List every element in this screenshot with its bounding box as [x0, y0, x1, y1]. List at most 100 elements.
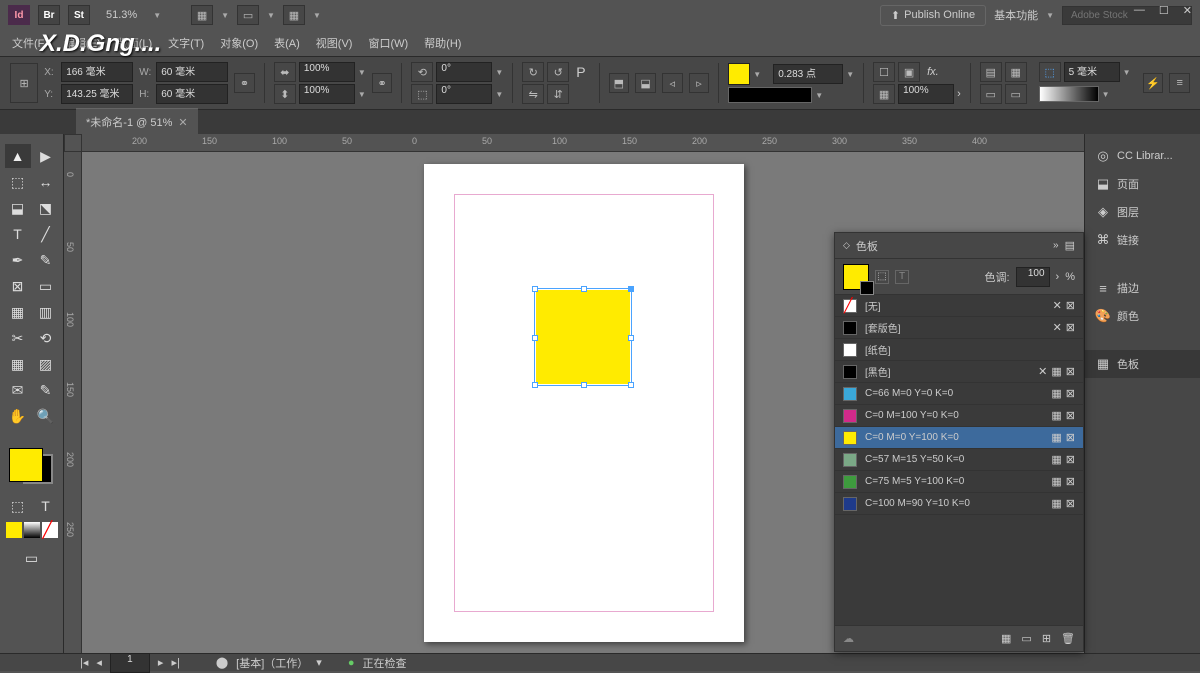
flip-h-icon[interactable]: ⇋ — [522, 84, 544, 104]
rectangle-tool[interactable]: ▭ — [33, 274, 59, 298]
prev-page-icon[interactable]: ◂ — [96, 656, 102, 669]
menu-window[interactable]: 窗口(W) — [362, 31, 414, 55]
new-folder-icon[interactable]: ⊞ — [1042, 632, 1051, 645]
grid-icon[interactable]: ▦ — [283, 5, 305, 25]
menu-table[interactable]: 表(A) — [268, 31, 306, 55]
handle-nw[interactable] — [532, 286, 538, 292]
reference-point-icon[interactable]: ⊞ — [10, 63, 38, 103]
apply-color-icon[interactable] — [6, 522, 22, 538]
preflight-profile[interactable]: [基本]（工作） — [236, 655, 308, 671]
collapse-icon[interactable]: ◇ — [843, 240, 850, 251]
preflight-icon[interactable]: ⬤ — [216, 656, 228, 669]
gap-tool[interactable]: ↔ — [33, 170, 59, 194]
select-next-icon[interactable]: ▹ — [689, 73, 710, 93]
swatch-item[interactable]: [黑色]✕▦⊠ — [835, 361, 1083, 383]
swatch-item[interactable]: C=0 M=100 Y=0 K=0▦⊠ — [835, 405, 1083, 427]
document-tab[interactable]: *未命名-1 @ 51% ✕ — [76, 108, 198, 134]
panel-tab-swatches[interactable]: ▦色板 — [1085, 350, 1200, 378]
handle-sw[interactable] — [532, 382, 538, 388]
swatch-item[interactable]: C=57 M=15 Y=50 K=0▦⊠ — [835, 449, 1083, 471]
shear-input[interactable]: 0° — [436, 84, 492, 104]
stroke-style[interactable] — [728, 87, 812, 103]
next-page-icon[interactable]: ▸ — [158, 656, 164, 669]
swatch-item[interactable]: ╱[无]✕⊠ — [835, 295, 1083, 317]
panel-tab-stroke[interactable]: ≡描边 — [1085, 274, 1200, 302]
swatch-item[interactable]: C=0 M=0 Y=100 K=0▦⊠ — [835, 427, 1083, 449]
note-tool[interactable]: ✉ — [5, 378, 31, 402]
rectangle-frame-tool[interactable]: ⊠ — [5, 274, 31, 298]
content-placer-tool[interactable]: ⬔ — [33, 196, 59, 220]
collapse-arrow-icon[interactable]: » — [1053, 240, 1059, 251]
menu-type[interactable]: 文字(T) — [162, 31, 210, 55]
formatting-text-icon[interactable]: T — [33, 494, 59, 518]
select-prev-icon[interactable]: ◃ — [662, 73, 683, 93]
swatch-item[interactable]: [纸色] — [835, 339, 1083, 361]
gradient-preview[interactable] — [1039, 86, 1099, 102]
align-1-icon[interactable]: ▭ — [980, 84, 1002, 104]
gradient-swatch-tool[interactable]: ▦ — [5, 352, 31, 376]
new-group-icon[interactable]: ▦ — [1001, 632, 1011, 645]
menu-icon[interactable]: ≡ — [1169, 73, 1190, 93]
y-input[interactable]: 143.25 毫米 — [61, 84, 133, 104]
quick-apply-icon[interactable]: ⚡ — [1143, 73, 1164, 93]
scissors-tool[interactable]: ✂ — [5, 326, 31, 350]
handle-ne[interactable] — [628, 286, 634, 292]
rotate-input[interactable]: 0° — [436, 62, 492, 82]
x-input[interactable]: 166 毫米 — [61, 62, 133, 82]
handle-se[interactable] — [628, 382, 634, 388]
content-collector-tool[interactable]: ⬓ — [5, 196, 31, 220]
swatch-item[interactable]: C=100 M=90 Y=10 K=0▦⊠ — [835, 493, 1083, 515]
menu-object[interactable]: 对象(O) — [214, 31, 264, 55]
scale-x-input[interactable]: 100% — [299, 62, 355, 82]
corner-options-icon[interactable]: ⬚ — [1039, 62, 1061, 82]
fill-stroke-proxy[interactable] — [9, 440, 55, 486]
w-input[interactable]: 60 毫米 — [156, 62, 228, 82]
scale-y-input[interactable]: 100% — [299, 84, 355, 104]
container-format-icon[interactable]: ⬚ — [875, 270, 889, 284]
handle-e[interactable] — [628, 335, 634, 341]
constrain-icon[interactable]: ⚭ — [234, 73, 255, 93]
h-input[interactable]: 60 毫米 — [156, 84, 228, 104]
trash-icon[interactable]: 🗑 — [1061, 632, 1075, 645]
new-swatch-icon[interactable]: ▭ — [1021, 632, 1031, 645]
selection-tool[interactable]: ▲ — [5, 144, 31, 168]
pen-tool[interactable]: ✒ — [5, 248, 31, 272]
align-2-icon[interactable]: ▭ — [1005, 84, 1027, 104]
eyedropper-tool[interactable]: ✎ — [33, 378, 59, 402]
text-wrap-none-icon[interactable]: ▤ — [980, 62, 1002, 82]
text-format-icon[interactable]: T — [895, 270, 909, 284]
page-input[interactable]: 1 — [110, 653, 150, 673]
menu-view[interactable]: 视图(V) — [310, 31, 359, 55]
rotate-cw-icon[interactable]: ↻ — [522, 62, 544, 82]
panel-tab-links[interactable]: ⌘链接 — [1085, 226, 1200, 254]
zoom-tool[interactable]: 🔍 — [33, 404, 59, 428]
close-icon[interactable]: ✕ — [1183, 4, 1192, 17]
swatch-item[interactable]: C=66 M=0 Y=0 K=0▦⊠ — [835, 383, 1083, 405]
swatches-panel-header[interactable]: ◇ 色板 » ▤ — [835, 233, 1083, 259]
text-wrap-bound-icon[interactable]: ▦ — [1005, 62, 1027, 82]
zoom-value[interactable]: 51.3% — [98, 9, 145, 21]
close-icon[interactable]: ✕ — [178, 116, 187, 129]
fill-swatch[interactable] — [728, 63, 750, 85]
panel-tab-cclibraries[interactable]: ◎CC Librar... — [1085, 142, 1200, 170]
arrange-icon[interactable]: ▭ — [237, 5, 259, 25]
cloud-icon[interactable]: ☁ — [843, 632, 854, 645]
free-transform-tool[interactable]: ⟲ — [33, 326, 59, 350]
screen-mode-icon[interactable]: ▦ — [191, 5, 213, 25]
maximize-icon[interactable]: ☐ — [1159, 4, 1169, 17]
minimize-icon[interactable]: — — [1134, 4, 1145, 17]
handle-w[interactable] — [532, 335, 538, 341]
panel-menu-icon[interactable]: ▤ — [1065, 239, 1075, 252]
menu-help[interactable]: 帮助(H) — [418, 31, 467, 55]
current-fill-swatch[interactable] — [843, 264, 869, 290]
hand-tool[interactable]: ✋ — [5, 404, 31, 428]
ruler-horizontal[interactable]: 200 150 100 50 0 50 100 150 200 250 300 … — [82, 134, 1084, 152]
select-container-icon[interactable]: ⬓ — [635, 73, 656, 93]
flip-v-icon[interactable]: ⇵ — [547, 84, 569, 104]
stock-icon[interactable]: St — [68, 5, 90, 25]
gradient-feather-tool[interactable]: ▨ — [33, 352, 59, 376]
publish-online-button[interactable]: ⬆ Publish Online — [880, 5, 986, 26]
last-page-icon[interactable]: ▸| — [171, 656, 179, 669]
tint-input[interactable]: 100 — [1016, 267, 1050, 287]
ruler-vertical[interactable]: 0 50 100 150 200 250 — [64, 152, 82, 653]
